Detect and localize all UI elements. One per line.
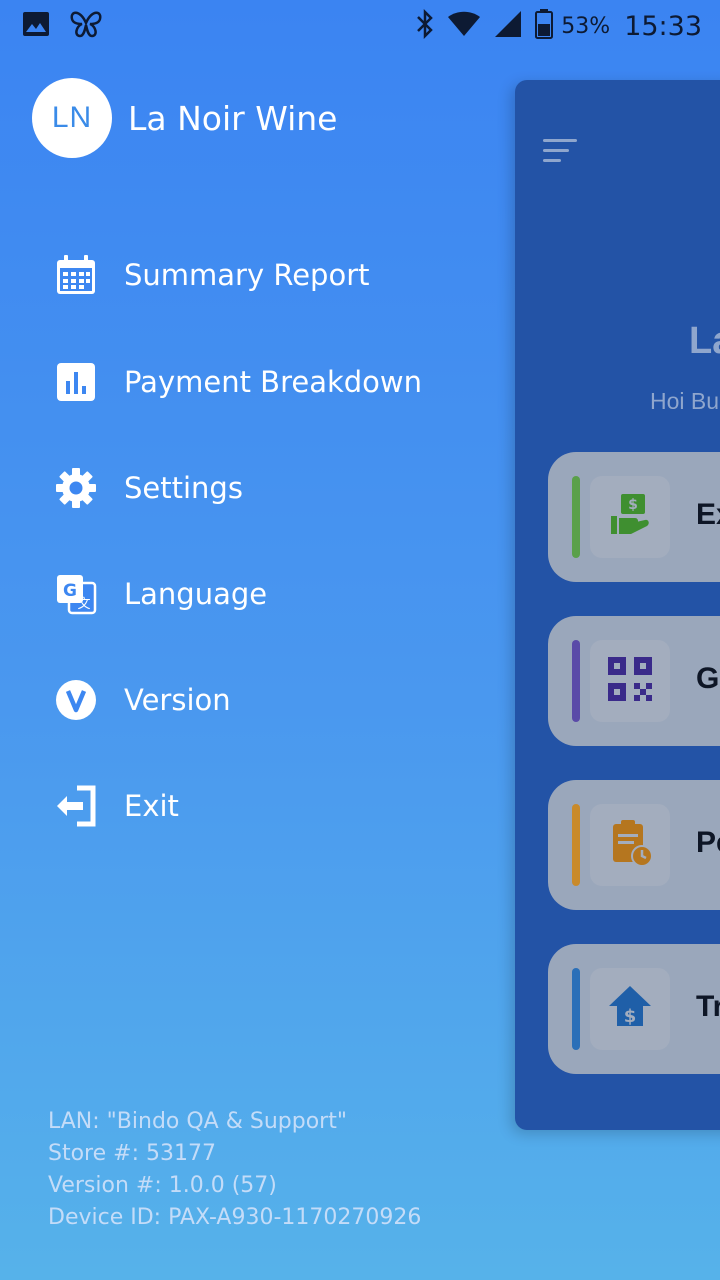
- status-bar: 53% 15:33: [0, 0, 720, 52]
- background-card-pending[interactable]: Pe: [548, 780, 720, 910]
- card-accent-bar: [572, 640, 580, 722]
- store-number: Store #: 53177: [48, 1141, 216, 1166]
- card-label: Ex: [696, 498, 720, 531]
- menu-item-label: Exit: [124, 789, 179, 823]
- menu-item-settings[interactable]: Settings: [54, 463, 243, 513]
- gear-icon: [54, 466, 98, 510]
- avatar: LN: [32, 78, 112, 158]
- lan-info: LAN: "Bindo QA & Support": [48, 1109, 347, 1134]
- battery-percent: 53%: [561, 13, 611, 39]
- drawer-header: LN La Noir Wine: [32, 78, 338, 158]
- background-store-subtitle: Hoi Bu: [650, 388, 720, 414]
- menu-item-label: Language: [124, 577, 268, 611]
- device-info-footer: LAN: "Bindo QA & Support" Store #: 53177…: [48, 1106, 421, 1234]
- cash-payment-icon: $: [605, 490, 655, 545]
- background-app-screen: La Hoi Bu $ Ex Ge Pe $: [515, 80, 720, 1130]
- menu-item-version[interactable]: Version: [54, 675, 231, 725]
- menu-item-language[interactable]: G文 Language: [54, 569, 267, 619]
- svg-text:文: 文: [77, 597, 90, 612]
- clock: 15:33: [624, 10, 702, 42]
- menu-item-payment-breakdown[interactable]: Payment Breakdown: [54, 357, 422, 407]
- calendar-icon: [54, 253, 98, 297]
- menu-item-label: Summary Report: [124, 258, 370, 292]
- device-id: Device ID: PAX-A930-1170270926: [48, 1205, 422, 1230]
- store-name: La Noir Wine: [128, 98, 338, 138]
- exit-icon: [54, 784, 98, 828]
- version-number: Version #: 1.0.0 (57): [48, 1173, 277, 1198]
- card-accent-bar: [572, 968, 580, 1050]
- version-icon: [54, 678, 98, 722]
- cellular-signal-icon: [493, 10, 523, 43]
- wifi-icon: [447, 11, 481, 42]
- card-label: Pe: [696, 826, 720, 859]
- menu-item-label: Version: [124, 683, 231, 717]
- butterfly-app-icon: [68, 9, 104, 44]
- background-card-transfer[interactable]: $ Tr: [548, 944, 720, 1074]
- menu-item-label: Settings: [124, 471, 243, 505]
- card-accent-bar: [572, 804, 580, 886]
- background-card-cash[interactable]: $ Ex: [548, 452, 720, 582]
- menu-item-label: Payment Breakdown: [124, 365, 423, 399]
- transfer-home-icon: $: [605, 982, 655, 1037]
- battery-icon: [535, 8, 554, 44]
- svg-text:$: $: [628, 497, 638, 513]
- menu-item-summary-report[interactable]: Summary Report: [54, 250, 370, 300]
- qr-code-icon: [606, 655, 654, 708]
- svg-text:$: $: [624, 1006, 637, 1027]
- background-card-qr[interactable]: Ge: [548, 616, 720, 746]
- hamburger-menu-icon[interactable]: [543, 138, 577, 169]
- svg-text:G: G: [63, 581, 77, 601]
- background-store-title: La: [689, 320, 720, 362]
- bar-chart-icon: [54, 360, 98, 404]
- image-notification-icon: [22, 11, 50, 42]
- card-accent-bar: [572, 476, 580, 558]
- bluetooth-icon: [415, 8, 435, 44]
- card-label: Ge: [696, 662, 720, 695]
- card-label: Tr: [696, 990, 720, 1023]
- menu-item-exit[interactable]: Exit: [54, 781, 179, 831]
- pending-clipboard-icon: [605, 818, 655, 873]
- translate-icon: G文: [54, 572, 98, 616]
